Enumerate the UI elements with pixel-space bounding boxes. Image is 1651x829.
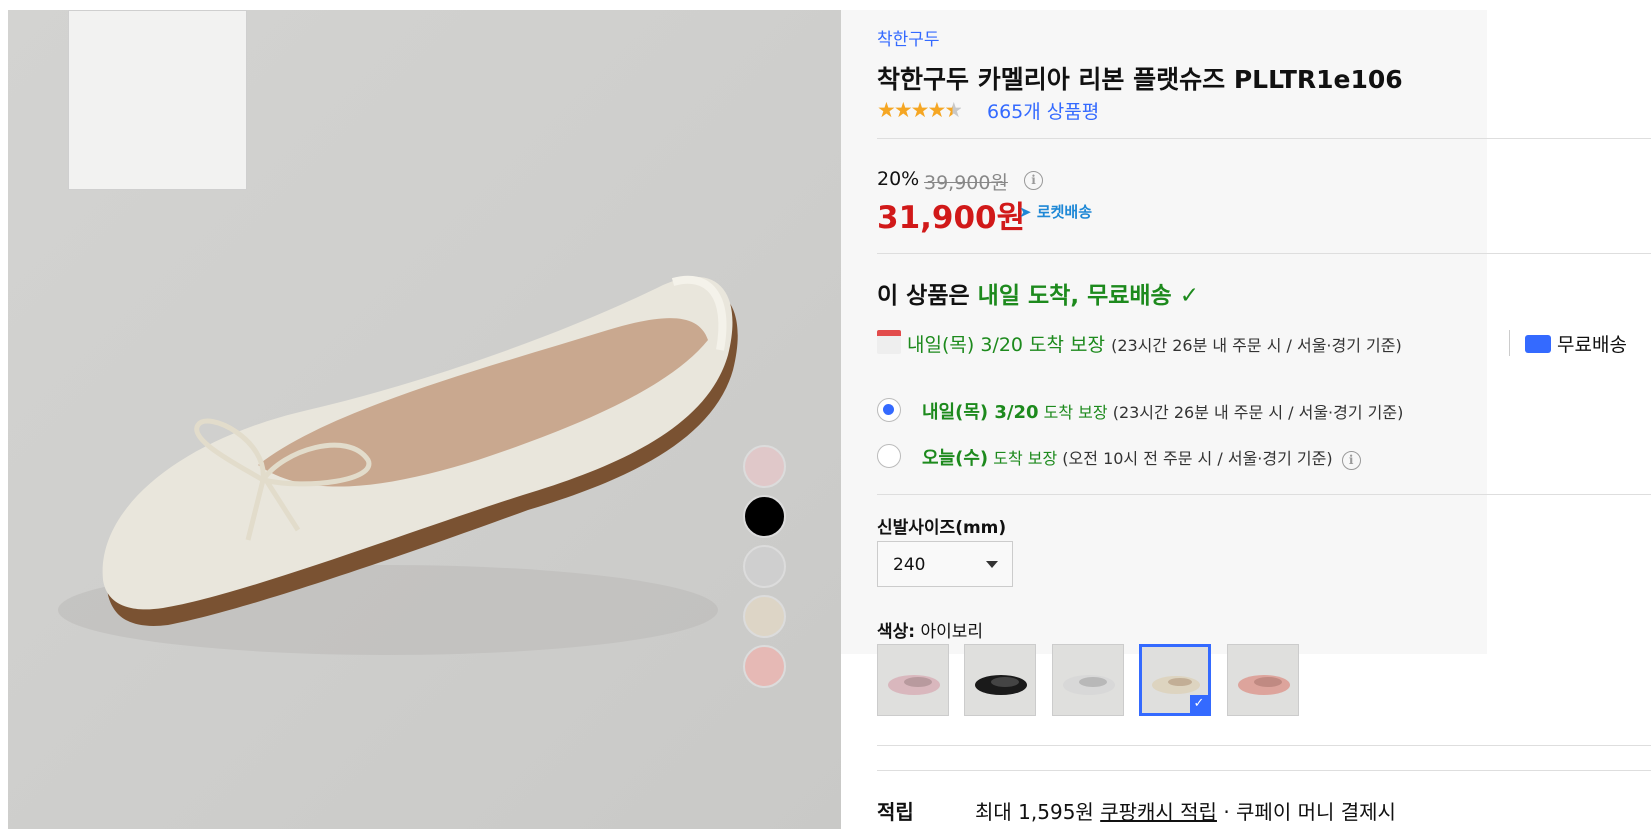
info-icon[interactable]: i [1024, 169, 1043, 190]
arrival-detail: 내일(목) 3/20 도착 보장 (23시간 26분 내 주문 시 / 서울·경… [877, 330, 1402, 357]
caret-down-icon [986, 561, 998, 568]
divider [877, 253, 1651, 254]
coupang-cash-link[interactable]: 쿠팡캐시 적립 [1100, 800, 1217, 824]
arrival-detail-main: 내일(목) 3/20 도착 보장 [907, 334, 1106, 356]
option-day: 내일(목) 3/20 [922, 402, 1039, 423]
discount-rate: 20% [877, 168, 920, 190]
color-option-silver[interactable] [1052, 644, 1124, 716]
swatch-dot-5[interactable] [743, 645, 786, 688]
product-title: 착한구두 카멜리아 리본 플랫슈즈 PLLTR1e106 [877, 65, 1403, 94]
product-main-image [8, 10, 841, 829]
ballet-flat-image [58, 275, 738, 655]
reward-suffix: · 쿠페이 머니 결제시 [1223, 800, 1396, 824]
separator [1509, 330, 1510, 356]
rocket-delivery-label: 로켓배송 [1036, 203, 1093, 221]
option-guarantee: 도착 보장 [993, 449, 1058, 468]
divider [877, 745, 1651, 746]
star-icon: ★★★★ [877, 98, 946, 122]
rating-stars: ★★★★★ [877, 98, 963, 122]
reward-label: 적립 [877, 800, 914, 824]
info-icon[interactable]: i [1341, 451, 1361, 470]
original-price: 39,900원 [924, 172, 1008, 194]
color-label-key: 색상: [877, 622, 916, 642]
color-option-pink[interactable] [877, 644, 949, 716]
color-option-ivory[interactable]: ✓ [1139, 644, 1211, 716]
review-count-link[interactable]: 665개 상품평 [987, 97, 1099, 124]
rocket-delivery-badge: ➤ 로켓배송 [1019, 201, 1092, 222]
brand-link[interactable]: 착한구두 [877, 25, 940, 50]
arrival-headline-prefix: 이 상품은 [877, 283, 970, 309]
arrival-detail-note: (23시간 26분 내 주문 시 / 서울·경기 기준) [1111, 336, 1402, 355]
size-label: 신발사이즈(mm) [877, 518, 1007, 538]
divider [877, 138, 1651, 139]
delivery-option-2[interactable]: 오늘(수) 도착 보장 (오전 10시 전 주문 시 / 서울·경기 기준) i [922, 444, 1361, 470]
delivery-option-radio-2[interactable] [877, 444, 901, 468]
option-note: (오전 10시 전 주문 시 / 서울·경기 기준) [1062, 449, 1333, 468]
swatch-dot-1[interactable] [743, 445, 786, 488]
option-guarantee: 도착 보장 [1043, 403, 1108, 422]
size-select[interactable]: 240 [877, 541, 1013, 587]
check-icon: ✓ [1179, 283, 1200, 309]
swatch-dot-2[interactable] [743, 495, 786, 538]
option-day: 오늘(수) [922, 448, 989, 469]
check-icon: ✓ [1190, 695, 1208, 713]
truck-icon [1525, 335, 1551, 353]
free-shipping-label: 무료배송 [1557, 334, 1627, 356]
color-selected-value: 아이보리 [920, 622, 984, 642]
color-option-black[interactable] [964, 644, 1036, 716]
reward-amount: 최대 1,595원 [975, 800, 1094, 824]
rocket-icon: ➤ [1019, 203, 1032, 221]
size-selected-value: 240 [893, 555, 926, 575]
divider [877, 770, 1651, 771]
color-option-coral[interactable] [1227, 644, 1299, 716]
swatch-dot-3[interactable] [743, 545, 786, 588]
swatch-dot-4[interactable] [743, 595, 786, 638]
half-star-icon: ★ [944, 98, 963, 122]
sale-price: 31,900원 [877, 200, 1026, 236]
option-note: (23시간 26분 내 주문 시 / 서울·경기 기준) [1112, 403, 1404, 422]
delivery-option-1[interactable]: 내일(목) 3/20 도착 보장 (23시간 26분 내 주문 시 / 서울·경… [922, 398, 1403, 424]
reward-text: 최대 1,595원 쿠팡캐시 적립 · 쿠페이 머니 결제시 [975, 796, 1396, 825]
color-label: 색상: 아이보리 [877, 617, 983, 642]
free-shipping: 무료배송 [1525, 330, 1627, 357]
calendar-icon [877, 330, 901, 354]
arrival-headline-highlight: 내일 도착, 무료배송 [977, 283, 1172, 309]
delivery-option-radio-1[interactable] [877, 398, 901, 422]
divider [877, 494, 1651, 495]
arrival-headline: 이 상품은 내일 도착, 무료배송 ✓ [877, 276, 1199, 310]
